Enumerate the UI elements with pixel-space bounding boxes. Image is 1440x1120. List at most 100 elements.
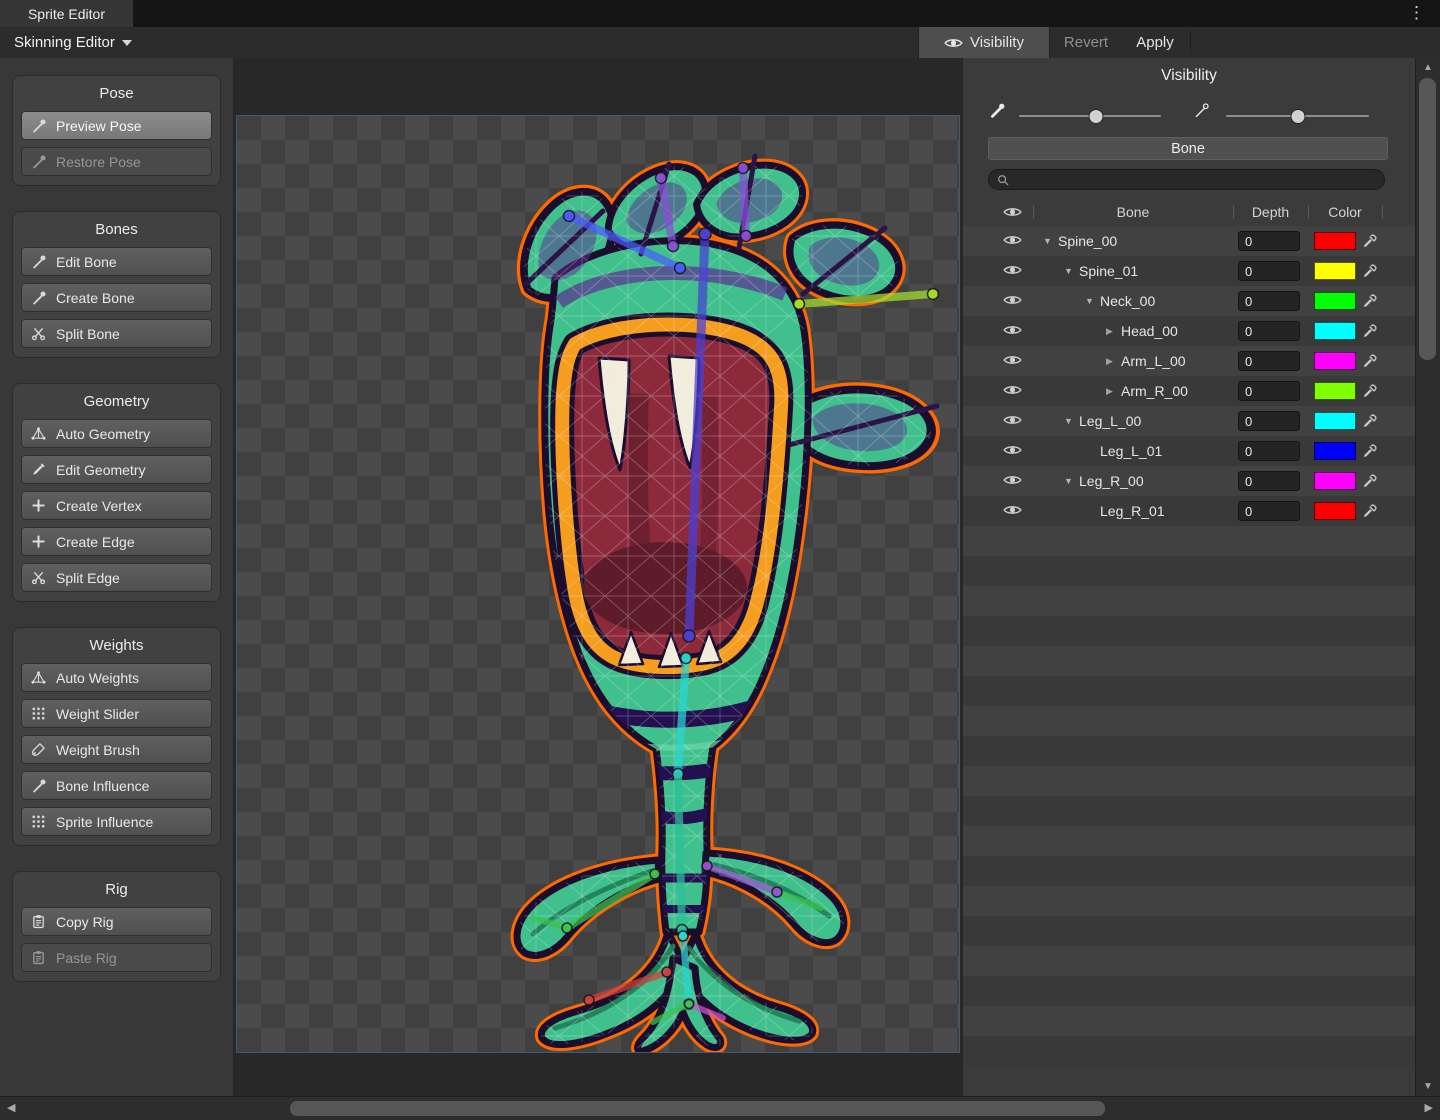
create-vertex-button[interactable]: Create Vertex [21, 491, 212, 520]
depth-input[interactable] [1238, 501, 1300, 521]
eyedropper-icon[interactable] [1362, 264, 1377, 279]
depth-input[interactable] [1238, 381, 1300, 401]
scroll-left-icon[interactable]: ◀ [7, 1101, 15, 1114]
bone-color-swatch[interactable] [1314, 412, 1356, 430]
search-box[interactable] [988, 169, 1385, 190]
bone-color-swatch[interactable] [1314, 262, 1356, 280]
eyedropper-icon[interactable] [1362, 294, 1377, 309]
eye-icon[interactable] [1003, 383, 1022, 399]
expander-icon[interactable]: ▼ [1064, 416, 1079, 426]
bone-filled-icon [989, 102, 1006, 122]
section-title: Bones [21, 221, 212, 238]
depth-input[interactable] [1238, 441, 1300, 461]
edit-geometry-button[interactable]: Edit Geometry [21, 455, 212, 484]
depth-input[interactable] [1238, 291, 1300, 311]
create-bone-button[interactable]: Create Bone [21, 283, 212, 312]
eye-icon[interactable] [1003, 443, 1022, 459]
sprite-influence-button[interactable]: Sprite Influence [21, 807, 212, 836]
depth-input[interactable] [1238, 261, 1300, 281]
eye-icon[interactable] [1003, 263, 1022, 279]
bone-color-swatch[interactable] [1314, 352, 1356, 370]
expander-icon[interactable]: ▼ [1064, 266, 1079, 276]
eye-icon[interactable] [1003, 413, 1022, 429]
auto-weights-button[interactable]: Auto Weights [21, 663, 212, 692]
weight-brush-button[interactable]: Weight Brush [21, 735, 212, 764]
apply-button[interactable]: Apply [1124, 27, 1186, 58]
depth-input[interactable] [1238, 411, 1300, 431]
bone-color-swatch[interactable] [1314, 442, 1356, 460]
weight-slider-button[interactable]: Weight Slider [21, 699, 212, 728]
bone-row-spine_01[interactable]: ▼ Spine_01 [963, 256, 1416, 286]
vertical-scrollbar[interactable]: ▲ ▼ [1415, 58, 1440, 1096]
auto-geometry-button[interactable]: Auto Geometry [21, 419, 212, 448]
mesh-opacity-slider[interactable] [1226, 115, 1369, 117]
split-edge-button[interactable]: Split Edge [21, 563, 212, 592]
eye-icon[interactable] [1003, 503, 1022, 519]
eyedropper-icon[interactable] [1362, 504, 1377, 519]
bone-influence-button[interactable]: Bone Influence [21, 771, 212, 800]
kebab-menu-icon[interactable]: ⋮ [1408, 3, 1426, 23]
bone-color-swatch[interactable] [1314, 292, 1356, 310]
bone-color-swatch[interactable] [1314, 472, 1356, 490]
expander-icon[interactable]: ▶ [1106, 386, 1121, 397]
expander-icon[interactable]: ▶ [1106, 326, 1121, 337]
revert-button[interactable]: Revert [1048, 27, 1124, 58]
expander-icon[interactable]: ▼ [1043, 236, 1058, 246]
sprite-canvas[interactable] [233, 58, 962, 1096]
eyedropper-icon[interactable] [1362, 474, 1377, 489]
bone-row-leg_r_01[interactable]: Leg_R_01 [963, 496, 1416, 526]
slider-knob[interactable] [1088, 109, 1103, 124]
restore-pose-button[interactable]: Restore Pose [21, 147, 212, 176]
search-input[interactable] [1015, 171, 1376, 188]
vertical-scrollbar-thumb[interactable] [1419, 78, 1436, 360]
eye-icon[interactable] [1003, 353, 1022, 369]
edit-bone-button[interactable]: Edit Bone [21, 247, 212, 276]
expander-icon[interactable]: ▼ [1085, 296, 1100, 306]
mode-dropdown[interactable]: Skinning Editor [8, 27, 138, 58]
eyedropper-icon[interactable] [1362, 384, 1377, 399]
preview-pose-button[interactable]: Preview Pose [21, 111, 212, 140]
eyedropper-icon[interactable] [1362, 414, 1377, 429]
depth-input[interactable] [1238, 351, 1300, 371]
scroll-right-icon[interactable]: ▶ [1425, 1101, 1433, 1114]
bone-opacity-slider[interactable] [1019, 115, 1161, 117]
bone-row-leg_r_00[interactable]: ▼ Leg_R_00 [963, 466, 1416, 496]
eyedropper-icon[interactable] [1362, 354, 1377, 369]
bone-row-leg_l_00[interactable]: ▼ Leg_L_00 [963, 406, 1416, 436]
bone-row-neck_00[interactable]: ▼ Neck_00 [963, 286, 1416, 316]
visibility-toggle-button[interactable]: Visibility [918, 27, 1050, 58]
bone-color-swatch[interactable] [1314, 322, 1356, 340]
bone-tab[interactable]: Bone [988, 137, 1388, 160]
eyedropper-icon[interactable] [1362, 234, 1377, 249]
horizontal-scrollbar[interactable]: ◀ ▶ [0, 1096, 1440, 1120]
bone-row-arm_l_00[interactable]: ▶ Arm_L_00 [963, 346, 1416, 376]
depth-input[interactable] [1238, 231, 1300, 251]
bone-row-head_00[interactable]: ▶ Head_00 [963, 316, 1416, 346]
bone-row-spine_00[interactable]: ▼ Spine_00 [963, 226, 1416, 256]
copy-rig-button[interactable]: Copy Rig [21, 907, 212, 936]
bone-color-swatch[interactable] [1314, 382, 1356, 400]
expander-icon[interactable]: ▼ [1064, 476, 1079, 486]
eye-icon[interactable] [1003, 323, 1022, 339]
split-bone-button[interactable]: Split Bone [21, 319, 212, 348]
eye-icon[interactable] [1003, 473, 1022, 489]
depth-input[interactable] [1238, 321, 1300, 341]
scroll-down-icon[interactable]: ▼ [1416, 1081, 1440, 1092]
slider-knob[interactable] [1290, 109, 1305, 124]
bone-color-swatch[interactable] [1314, 232, 1356, 250]
eye-icon[interactable] [1003, 293, 1022, 309]
paste-rig-button[interactable]: Paste Rig [21, 943, 212, 972]
tab-sprite-editor[interactable]: Sprite Editor [0, 0, 133, 27]
create-edge-button[interactable]: Create Edge [21, 527, 212, 556]
bone-row-arm_r_00[interactable]: ▶ Arm_R_00 [963, 376, 1416, 406]
eyedropper-icon[interactable] [1362, 324, 1377, 339]
scroll-up-icon[interactable]: ▲ [1416, 62, 1440, 73]
eye-icon[interactable] [1003, 233, 1022, 249]
horizontal-scrollbar-thumb[interactable] [290, 1101, 1105, 1116]
column-bone: Bone [1033, 204, 1233, 220]
expander-icon[interactable]: ▶ [1106, 356, 1121, 367]
depth-input[interactable] [1238, 471, 1300, 491]
bone-color-swatch[interactable] [1314, 502, 1356, 520]
eyedropper-icon[interactable] [1362, 444, 1377, 459]
bone-row-leg_l_01[interactable]: Leg_L_01 [963, 436, 1416, 466]
